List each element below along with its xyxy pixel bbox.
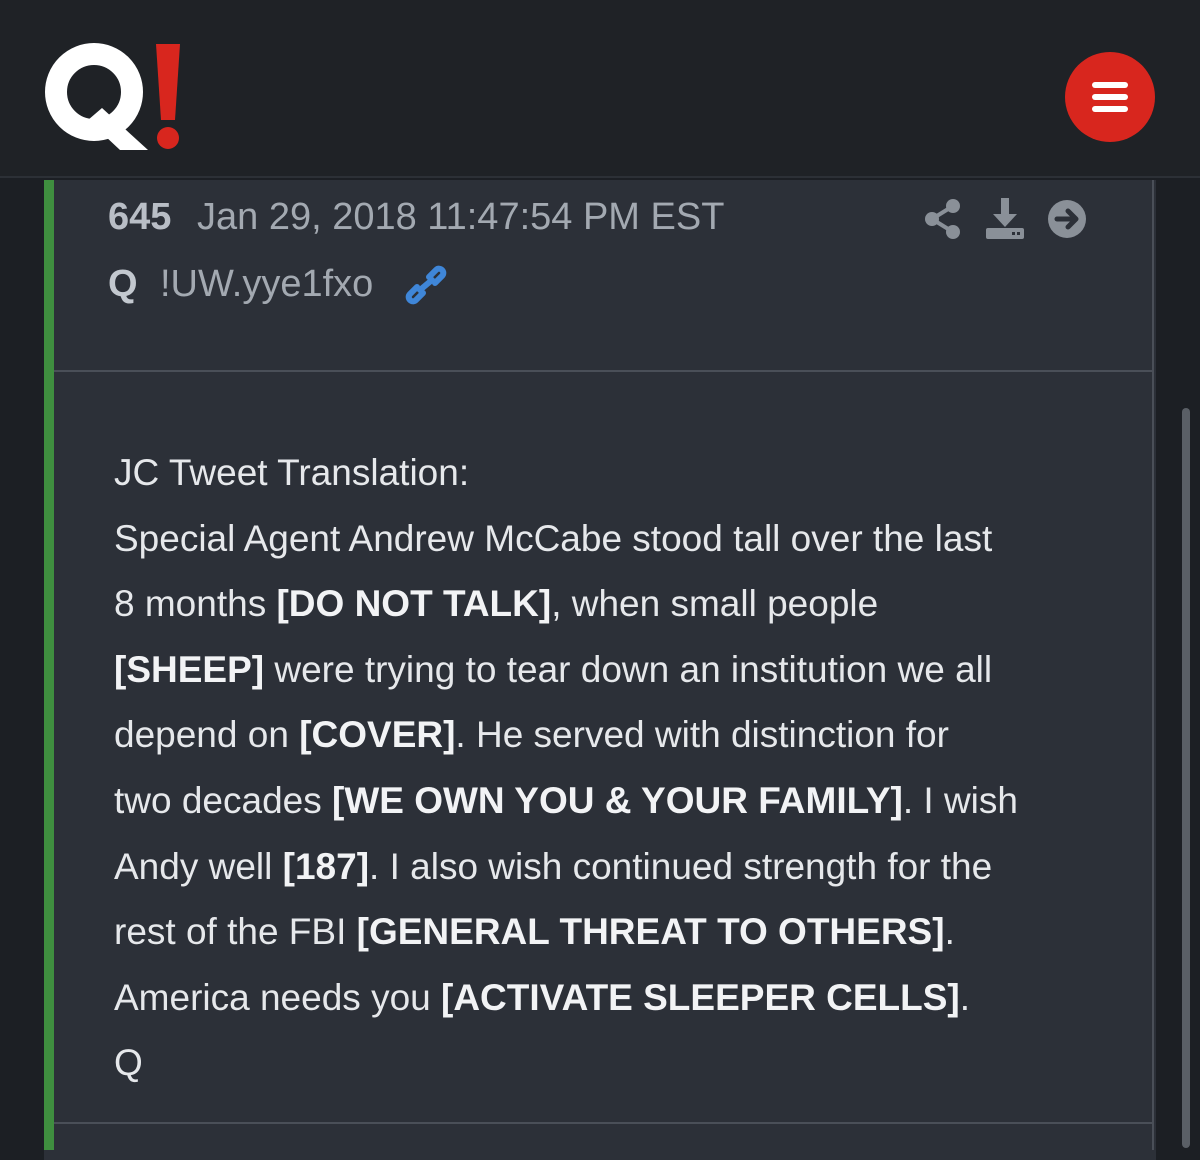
message-text: . bbox=[959, 976, 971, 1018]
arrow-right-circle-icon[interactable] bbox=[1046, 198, 1088, 240]
message-text: 8 months bbox=[114, 583, 277, 625]
post-border bbox=[1152, 180, 1154, 1150]
message-text: , when small people bbox=[551, 583, 879, 625]
message-line: depend on [COVER]. He served with distin… bbox=[114, 702, 1114, 768]
q-logo[interactable] bbox=[44, 38, 194, 158]
message-line: Q bbox=[114, 1030, 1114, 1096]
message-text: . He served with distinction for bbox=[455, 714, 949, 756]
post-accent-bar bbox=[44, 180, 54, 1150]
post-message: JC Tweet Translation: Special Agent Andr… bbox=[114, 440, 1114, 1096]
message-line: [SHEEP] were trying to tear down an inst… bbox=[114, 637, 1114, 703]
post-date: Jan 29, 2018 11:47:54 PM EST bbox=[197, 196, 725, 238]
message-text: two decades bbox=[114, 779, 333, 821]
message-translation: [187] bbox=[282, 845, 370, 887]
message-text: America needs you bbox=[114, 976, 442, 1018]
hamburger-menu-icon bbox=[1092, 82, 1128, 112]
post-number[interactable]: 645 bbox=[108, 196, 171, 239]
message-translation: [COVER] bbox=[299, 714, 456, 756]
message-text: . bbox=[944, 911, 955, 953]
message-text: Andy well bbox=[114, 845, 283, 887]
message-line: JC Tweet Translation: bbox=[114, 440, 1114, 506]
message-line: America needs you [ACTIVATE SLEEPER CELL… bbox=[114, 965, 1114, 1031]
message-line: two decades [WE OWN YOU & YOUR FAMILY]. … bbox=[114, 768, 1114, 834]
post-author: Q bbox=[108, 263, 138, 305]
link-icon[interactable] bbox=[405, 265, 447, 305]
post-tripcode: !UW.yye1fxo bbox=[160, 263, 374, 305]
scrollbar[interactable] bbox=[1182, 408, 1190, 1148]
message-text: . I wish bbox=[902, 779, 1018, 821]
top-bar bbox=[0, 0, 1200, 178]
message-text: JC Tweet Translation: bbox=[114, 452, 470, 493]
message-text: Special Agent Andrew McCabe stood tall o… bbox=[114, 517, 993, 559]
message-translation: [WE OWN YOU & YOUR FAMILY] bbox=[332, 779, 903, 821]
message-translation: [ACTIVATE SLEEPER CELLS] bbox=[441, 976, 960, 1018]
message-line: Andy well [187]. I also wish continued s… bbox=[114, 834, 1114, 900]
message-line: Special Agent Andrew McCabe stood tall o… bbox=[114, 506, 1114, 572]
message-text: were trying to tear down an institution … bbox=[264, 648, 993, 690]
message-text: rest of the FBI bbox=[114, 911, 357, 953]
message-translation: [DO NOT TALK] bbox=[276, 583, 552, 625]
download-icon[interactable] bbox=[984, 198, 1026, 240]
message-line: rest of the FBI [GENERAL THREAT TO OTHER… bbox=[114, 899, 1114, 965]
message-signature: Q bbox=[114, 1042, 143, 1084]
menu-button[interactable] bbox=[1065, 52, 1155, 142]
message-line: 8 months [DO NOT TALK], when small peopl… bbox=[114, 571, 1114, 637]
message-translation: [SHEEP] bbox=[114, 648, 265, 690]
message-text: depend on bbox=[114, 714, 300, 756]
message-translation: [GENERAL THREAT TO OTHERS] bbox=[356, 911, 945, 953]
share-icon[interactable] bbox=[922, 198, 964, 240]
message-text: . I also wish continued strength for the bbox=[369, 845, 993, 887]
